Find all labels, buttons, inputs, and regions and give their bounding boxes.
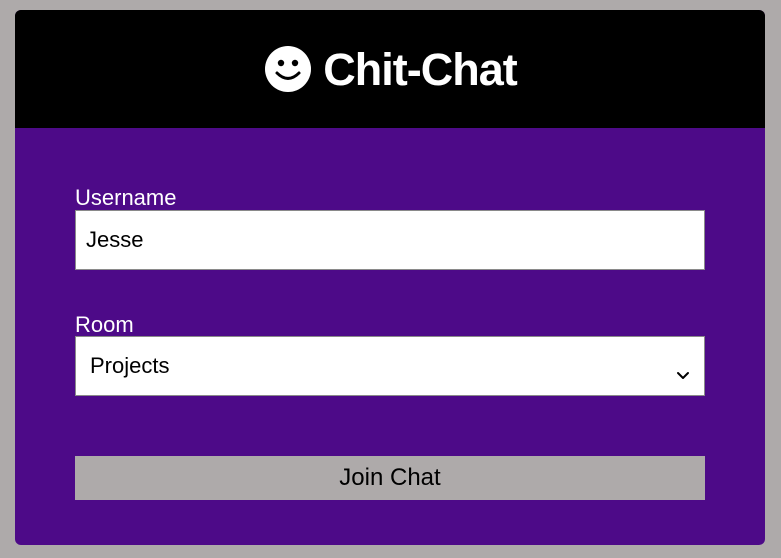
app-title: Chit-Chat [323, 43, 517, 95]
room-select-value: Projects [90, 353, 170, 378]
username-input[interactable] [75, 210, 705, 270]
smiley-face-icon [263, 44, 313, 94]
join-card: Chit-Chat Username Room Projects Join Ch… [15, 10, 765, 545]
username-label: Username [75, 185, 177, 210]
join-chat-button[interactable]: Join Chat [75, 456, 705, 500]
app-header: Chit-Chat [15, 10, 765, 128]
chevron-down-icon [676, 361, 690, 379]
room-label: Room [75, 312, 134, 337]
room-select[interactable]: Projects [75, 336, 705, 396]
